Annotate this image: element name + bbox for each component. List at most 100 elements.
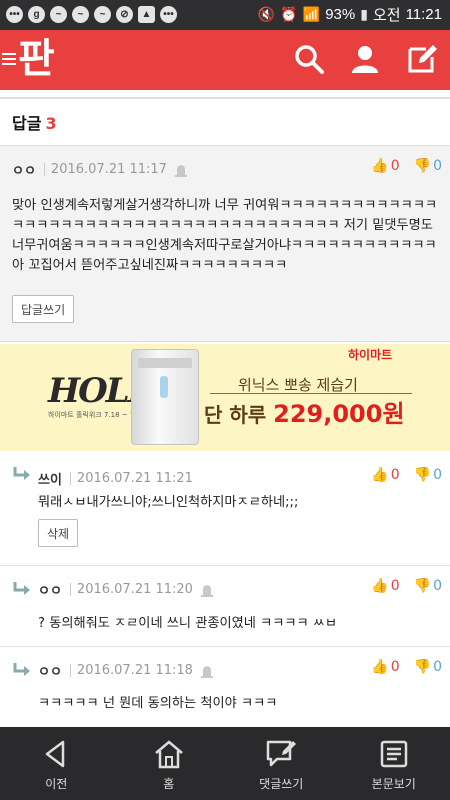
downvote-button[interactable]: 👎 0 bbox=[414, 578, 442, 594]
reply-header-label: 답글 bbox=[12, 114, 42, 133]
back-icon bbox=[46, 740, 65, 768]
nav-write-label: 댓글쓰기 bbox=[259, 777, 304, 791]
comment-date: 2016.07.21 11:17 bbox=[50, 162, 167, 177]
nav-back-label: 이전 bbox=[45, 777, 68, 791]
thumbs-up-icon: 👍 bbox=[371, 467, 389, 483]
battery-icon: ▮ bbox=[360, 6, 368, 22]
reply-item: ㅇㅇ 2016.07.21 11:20 👍 0 👎 0 ? 동의해줘도 ㅈㄹ이네 쓰… bbox=[0, 566, 450, 646]
report-icon[interactable] bbox=[200, 664, 213, 678]
status-bar: ••• g ~ ~ ~ ⊘ ▲ ••• 🔇 ⏰ 📶 93% ▮ 오전 11:21 bbox=[0, 0, 450, 30]
nav-view-label: 본문보기 bbox=[371, 777, 416, 791]
upvote-count: 0 bbox=[390, 659, 400, 675]
thumbs-up-icon: 👍 bbox=[371, 659, 389, 675]
messenger-notification-icon-2: ~ bbox=[72, 6, 89, 23]
reply-button[interactable]: 답글쓰기 bbox=[12, 295, 75, 323]
report-icon[interactable] bbox=[174, 163, 187, 177]
comment-write-icon bbox=[267, 740, 297, 767]
downvote-count: 0 bbox=[433, 467, 442, 483]
comment-card: ㅇㅇ 2016.07.21 11:17 👍 0 👎 0 맞아 인생계속저렇게살거생각… bbox=[0, 145, 450, 342]
thumbs-down-icon: 👎 bbox=[413, 467, 432, 483]
thumbs-up-icon: 👍 bbox=[371, 158, 389, 174]
upvote-count: 0 bbox=[390, 467, 400, 483]
ad-product: 위닉스 뽀송 제습기 bbox=[238, 376, 358, 394]
search-button[interactable] bbox=[293, 43, 325, 75]
chat-notification-icon: ••• bbox=[6, 6, 23, 23]
reply-date: 2016.07.21 11:21 bbox=[76, 471, 193, 486]
menu-icon[interactable] bbox=[2, 50, 16, 68]
write-button[interactable] bbox=[406, 43, 438, 75]
comment-meta: ㅇㅇ 2016.07.21 11:17 bbox=[12, 160, 187, 179]
thumbs-down-icon: 👎 bbox=[413, 158, 432, 174]
comment-votes: 👍 0 👎 0 bbox=[371, 158, 442, 174]
nav-view-post[interactable]: 본문보기 bbox=[338, 727, 450, 800]
time-label: 오전 bbox=[372, 7, 401, 24]
mute-icon: 🔇 bbox=[257, 6, 276, 22]
search-icon bbox=[295, 45, 324, 74]
reply-text: ? 동의해줘도 ㅈㄹ이네 쓰니 관종이였네 ㅋㅋㅋㅋ ㅆㅂ bbox=[38, 616, 338, 631]
home-icon bbox=[154, 740, 183, 769]
logo[interactable]: 판 bbox=[2, 36, 55, 82]
comment-nick: ㅇㅇ bbox=[12, 164, 36, 179]
profile-button[interactable] bbox=[349, 43, 381, 75]
upvote-count: 0 bbox=[390, 158, 400, 174]
nav-back[interactable]: 이전 bbox=[0, 727, 113, 800]
reply-votes: 👍 0 👎 0 bbox=[371, 659, 442, 675]
report-icon[interactable] bbox=[200, 583, 213, 597]
reply-nick: 쓰이 bbox=[38, 473, 62, 488]
reply-votes: 👍 0 👎 0 bbox=[371, 578, 442, 594]
upvote-count: 0 bbox=[390, 578, 400, 594]
downvote-button[interactable]: 👎 0 bbox=[414, 659, 442, 675]
ad-banner[interactable]: HOLICweek 하이마트 홀릭위크 7.18 ~ 7.24 하이마트 위닉스… bbox=[0, 344, 450, 451]
reply-arrow-icon bbox=[13, 663, 30, 676]
messenger-notification-icon-3: ~ bbox=[94, 6, 111, 23]
edit-icon bbox=[408, 45, 437, 73]
reply-count: 3 bbox=[45, 114, 57, 133]
document-icon bbox=[380, 740, 407, 768]
reply-meta: 쓰이 2016.07.21 11:21 bbox=[38, 469, 193, 488]
status-icons: 🔇 ⏰ 📶 93% ▮ 오전 11:21 bbox=[258, 4, 442, 25]
app-header: 판 bbox=[0, 30, 450, 90]
comment-text: 맞아 인생계속저렇게살거생각하니까 너무 귀여워ㅋㅋㅋㅋㅋㅋㅋㅋㅋㅋㅋㅋㅋㅋㅋㅋ… bbox=[12, 198, 438, 273]
downvote-count: 0 bbox=[433, 158, 442, 174]
nav-write-comment[interactable]: 댓글쓰기 bbox=[225, 727, 338, 800]
user-icon bbox=[352, 46, 378, 73]
image-notification-icon: ▲ bbox=[138, 6, 155, 23]
nav-home-label: 홈 bbox=[163, 777, 175, 791]
ad-price: 229,000원 bbox=[273, 400, 405, 428]
nav-home[interactable]: 홈 bbox=[113, 727, 226, 800]
reply-votes: 👍 0 👎 0 bbox=[371, 467, 442, 483]
reply-text: 뭐래ㅅㅂ내가쓰니야;쓰니인척하지마ㅈㄹ하네;;; bbox=[38, 495, 299, 510]
delete-button[interactable]: 삭제 bbox=[38, 519, 79, 547]
dehumidifier-image bbox=[131, 349, 199, 445]
upvote-button[interactable]: 👍 0 bbox=[371, 158, 399, 174]
clock: 11:21 bbox=[405, 6, 442, 23]
upvote-button[interactable]: 👍 0 bbox=[371, 578, 399, 594]
reply-meta: ㅇㅇ 2016.07.21 11:20 bbox=[38, 580, 213, 599]
reply-item: ㅇㅇ 2016.07.21 11:18 👍 0 👎 0 ㅋㅋㅋㅋㅋ 넌 뭔데 동의하… bbox=[0, 647, 450, 727]
reply-date: 2016.07.21 11:18 bbox=[76, 663, 193, 678]
reply-text: ㅋㅋㅋㅋㅋ 넌 뭔데 동의하는 척이야 ㅋㅋㅋ bbox=[38, 696, 278, 711]
reply-date: 2016.07.21 11:20 bbox=[76, 582, 193, 597]
reply-arrow-icon bbox=[13, 467, 30, 480]
notification-icons: ••• g ~ ~ ~ ⊘ ▲ ••• bbox=[6, 6, 177, 23]
wifi-icon: 📶 bbox=[302, 6, 321, 22]
ad-price-line: 단 하루 229,000원 bbox=[204, 394, 405, 429]
thumbs-down-icon: 👎 bbox=[413, 659, 432, 675]
reply-item: 쓰이 2016.07.21 11:21 👍 0 👎 0 뭐래ㅅㅂ내가쓰니야;쓰니인척… bbox=[0, 455, 450, 565]
upvote-button[interactable]: 👍 0 bbox=[371, 659, 399, 675]
more-notification-icon: ••• bbox=[160, 6, 177, 23]
logo-text: 판 bbox=[18, 36, 55, 82]
downvote-button[interactable]: 👎 0 bbox=[414, 158, 442, 174]
alarm-icon: ⏰ bbox=[280, 6, 298, 22]
bottom-nav: 이전 홈 댓글쓰기 본문보기 bbox=[0, 727, 450, 800]
downvote-button[interactable]: 👎 0 bbox=[414, 467, 442, 483]
reply-nick: ㅇㅇ bbox=[38, 584, 62, 599]
block-notification-icon: ⊘ bbox=[116, 6, 133, 23]
reply-count-header: 답글 3 bbox=[12, 110, 57, 134]
battery-percent: 93% bbox=[325, 6, 356, 23]
g-notification-icon: g bbox=[28, 6, 45, 23]
ad-price-prefix: 단 하루 bbox=[204, 403, 274, 427]
divider bbox=[0, 97, 450, 99]
downvote-count: 0 bbox=[433, 578, 442, 594]
upvote-button[interactable]: 👍 0 bbox=[371, 467, 399, 483]
